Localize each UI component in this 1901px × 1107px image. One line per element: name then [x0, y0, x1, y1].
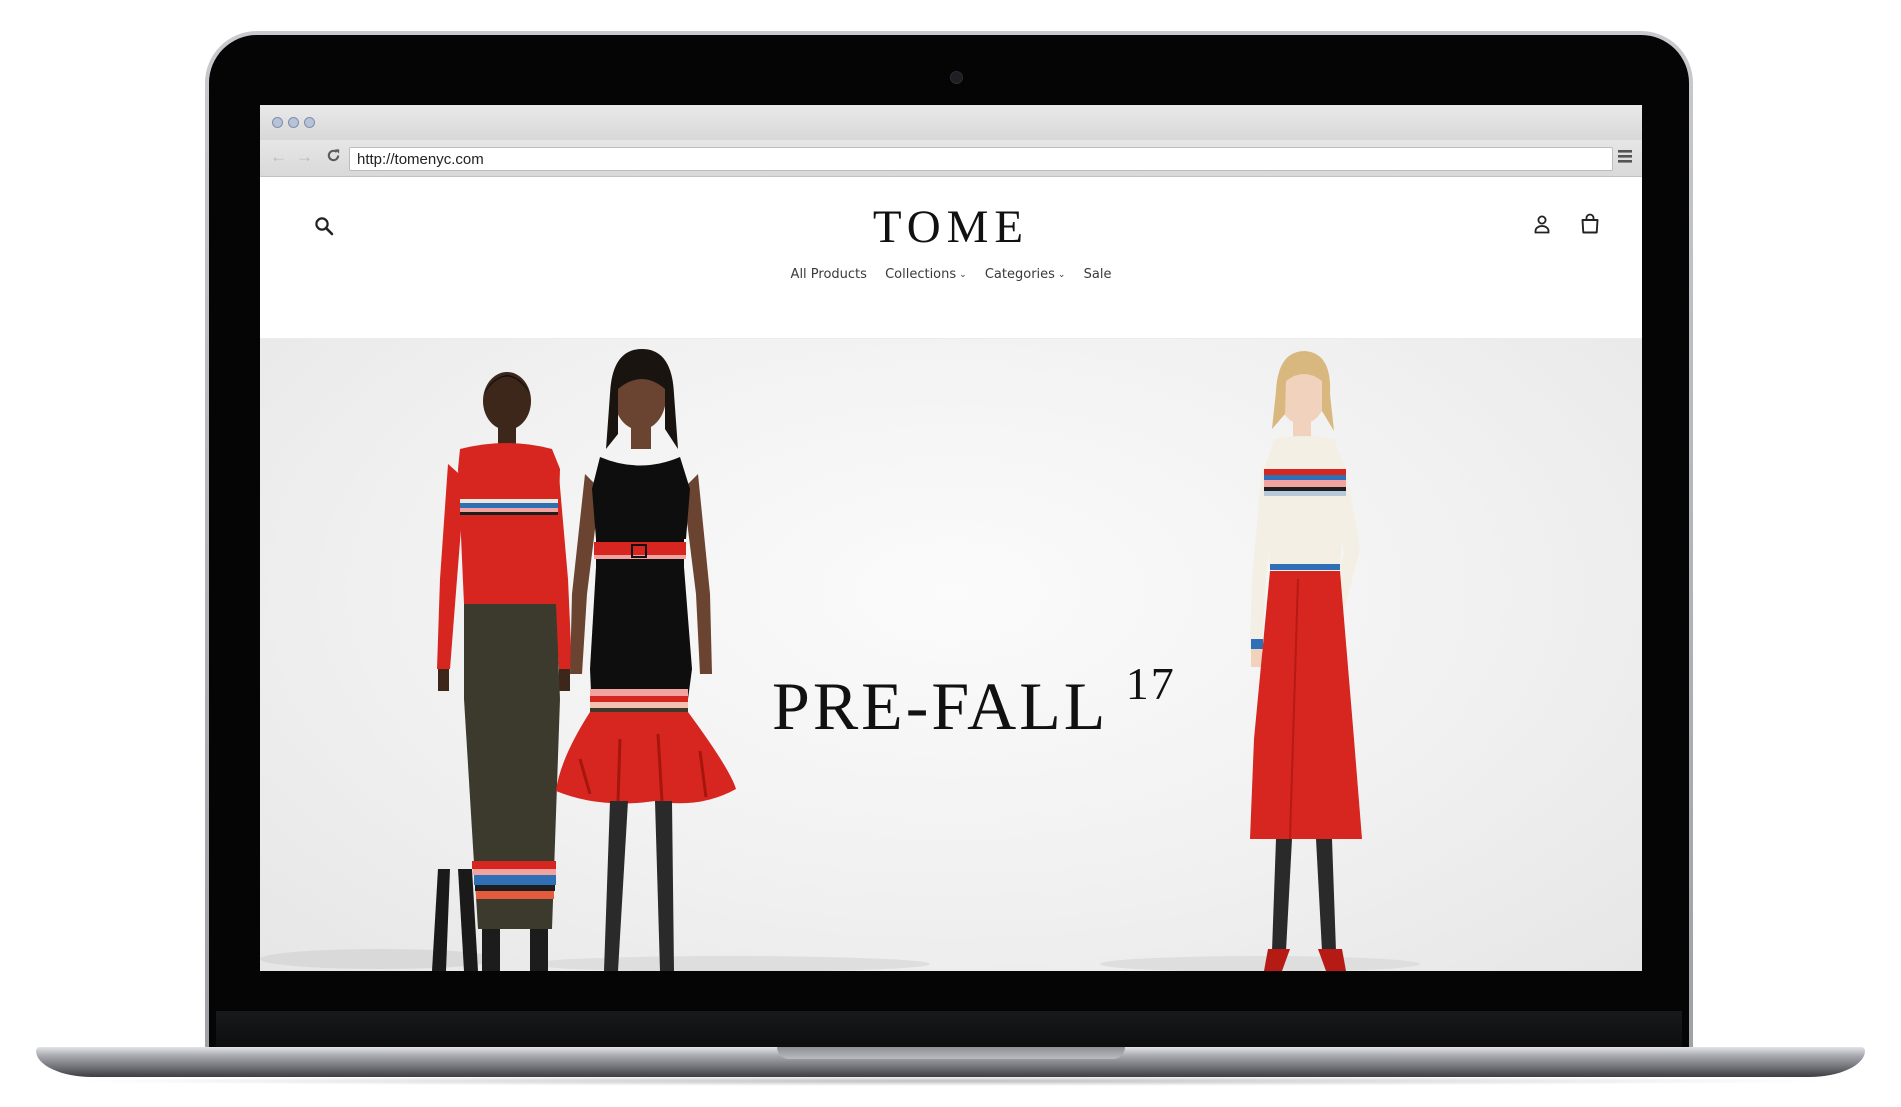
main-nav: All Products Collections ⌄ Categories ⌄ Sa…: [260, 267, 1642, 282]
forward-arrow-icon[interactable]: →: [296, 147, 313, 167]
hero-headline-year: 17: [1125, 658, 1176, 709]
model-right: [1250, 351, 1362, 971]
maximize-window-button[interactable]: [304, 117, 315, 128]
laptop-shadow: [60, 1076, 1840, 1086]
chevron-down-icon: ⌄: [959, 270, 967, 280]
nav-categories[interactable]: Categories ⌄: [985, 267, 1066, 282]
minimize-window-button[interactable]: [288, 117, 299, 128]
hero-banner[interactable]: PRE-FALL 17: [260, 339, 1642, 971]
cart-icon[interactable]: [1580, 213, 1600, 239]
hero-headline: PRE-FALL 17: [772, 657, 1176, 746]
browser-toolbar: ← → http://tomenyc.com: [260, 140, 1642, 177]
site-logo[interactable]: TOME: [260, 200, 1642, 254]
webcam: [950, 71, 963, 84]
nav-label: All Products: [790, 267, 867, 282]
site-header: TOME All Products Collections ⌄ Categorie…: [260, 177, 1642, 339]
account-icon[interactable]: [1534, 214, 1550, 239]
close-window-button[interactable]: [272, 117, 283, 128]
bezel-bottom: [216, 1011, 1682, 1047]
nav-label: Sale: [1083, 267, 1112, 282]
browser-titlebar: [260, 105, 1642, 140]
hero-models-photo: [260, 349, 1420, 971]
model-left: [432, 372, 572, 971]
screen: ← → http://tomenyc.com TOME All Products…: [260, 105, 1642, 971]
nav-all-products[interactable]: All Products: [791, 267, 867, 282]
back-arrow-icon[interactable]: ←: [270, 147, 287, 167]
reload-icon[interactable]: [326, 148, 341, 168]
chevron-down-icon: ⌄: [1057, 270, 1066, 280]
hero-headline-main: PRE-FALL: [772, 668, 1106, 744]
laptop-notch: [777, 1047, 1125, 1059]
nav-label: Collections: [885, 267, 957, 282]
model-center: [556, 349, 736, 971]
browser-menu-icon[interactable]: [1618, 150, 1632, 168]
nav-label: Categories: [984, 267, 1055, 282]
nav-collections[interactable]: Collections ⌄: [885, 267, 967, 282]
nav-sale[interactable]: Sale: [1084, 267, 1112, 282]
address-bar[interactable]: http://tomenyc.com: [349, 147, 1613, 171]
